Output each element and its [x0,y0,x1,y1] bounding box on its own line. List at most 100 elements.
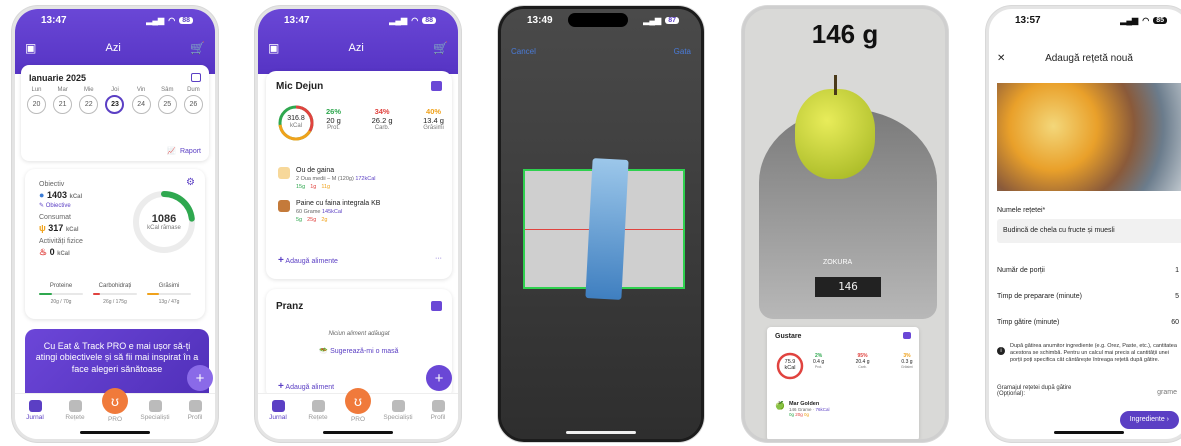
suggest-meal-button[interactable]: 🥗 Sugerează-mi o masă [266,347,452,355]
profile-icon [188,400,202,412]
meal-title: Pranz [276,301,304,312]
food-kcal: 76kCal [815,407,830,412]
status-time: 13:47 [41,14,67,26]
scanned-product [585,158,629,300]
calendar-icon[interactable] [191,73,201,82]
day-24[interactable]: Vin 24 [131,87,151,114]
food-name: Ou de gaina [296,167,335,174]
phone-meals: 13:47 ▂▄▆ ◠ 88 ▣ Azi 🛒 Mic Dejun 316.8 kCa… [255,6,461,442]
wifi-icon: ◠ [411,15,419,25]
tab-profile[interactable]: Profil [421,400,455,421]
battery-icon: 88 [179,16,193,24]
calendar-card: Ianuarie 2025 Lun 20 Mar 21 Mie 22 Joi 23 Vin 24 S… [21,65,209,161]
day-name: Sâm [161,87,174,93]
tab-journal[interactable]: Jurnal [261,400,295,421]
recipe-field[interactable]: Număr de porții 1 [997,257,1179,283]
day-21[interactable]: Mar 21 [53,87,73,114]
ingredients-button[interactable]: Ingrediente › [1119,411,1179,429]
battery-icon: 87 [665,16,679,24]
day-20[interactable]: Lun 20 [27,87,46,114]
macro-protein: 26% 20 g Prot. [326,107,342,131]
home-indicator [566,431,636,434]
tab-specialists[interactable]: Specialiști [138,400,172,421]
day-26[interactable]: Dum 26 [183,87,203,114]
signal-icon: ▂▄▆ [146,15,165,25]
field-value[interactable]: 60 [1171,319,1179,326]
add-fab[interactable]: + [187,365,213,391]
meal-card-breakfast: Mic Dejun 316.8 kCal 26% 20 g Prot. 34% 26.2… [266,71,452,279]
chart-icon: 📈 [167,148,176,155]
day-number: 21 [53,95,73,114]
food-protein: 15g [296,184,306,190]
more-icon[interactable]: ··· [435,255,442,266]
tab-recipes[interactable]: Rețete [58,400,92,421]
camera-icon[interactable] [903,332,911,339]
recipe-name-input[interactable]: Budincă de chela cu fructe și muesli [997,219,1181,243]
goal-link[interactable]: ✎ Obiective [39,202,83,209]
tab-specialists[interactable]: Specialiști [381,400,415,421]
goal-value: 1403 [46,190,67,200]
status-time: 13:49 [527,14,553,26]
day-name: Mie [83,87,94,93]
report-link[interactable]: 📈 Raport [167,147,201,156]
recipe-field[interactable]: Timp gătire (minute) 60 [997,309,1179,335]
fire-icon: ♨ [39,247,48,257]
add-food-button[interactable]: + Adaugă aliment [278,381,334,392]
add-fab[interactable]: + [426,365,452,391]
field-label: Timp gătire (minute) [997,318,1060,326]
tab-profile[interactable]: Profil [178,400,212,421]
cart-icon[interactable]: 🛒 [433,41,448,55]
macro-value: 26g / 175g [103,299,127,305]
day-25[interactable]: Sâm 25 [157,87,177,114]
sidebar-icon[interactable]: ▣ [268,41,279,55]
goal-label: Obiectiv [39,181,65,188]
camera-icon[interactable] [431,301,442,311]
food-qty: 60 Grame [296,209,321,215]
activity-value: 0 [49,247,55,257]
day-name: Lun [31,87,42,93]
page-title: Azi [348,42,364,54]
done-button[interactable]: Gata [674,47,691,56]
cancel-button[interactable]: Cancel [511,47,536,56]
tab-journal[interactable]: Jurnal [18,400,52,421]
camera-icon[interactable] [431,81,442,91]
home-indicator [80,431,150,434]
tab-pro[interactable]: ʊ PRO [341,388,375,423]
cart-icon[interactable]: 🛒 [190,41,205,55]
settings-icon[interactable]: ⚙ [186,177,195,188]
meal-title: Mic Dejun [276,81,324,92]
food-item[interactable]: Ou de gaina 2 Oua medii – M (120g) 172kCa… [278,167,442,190]
day-23[interactable]: Joi 23 [105,87,125,114]
sidebar-icon[interactable]: ▣ [25,41,36,55]
macro-summary: 2% 0.4 g Prot. 95% 20.4 g Carb. 3% 0.3 g Grăsimi [813,353,913,369]
tab-pro[interactable]: ʊ PRO [98,388,132,423]
wifi-icon: ◠ [168,15,176,25]
recipes-icon [68,400,82,412]
pro-icon: ʊ [345,388,371,414]
field-value[interactable]: 1 [1175,267,1179,274]
phone-journal: 13:47 ▂▄▆ ◠ 88 ▣ Azi 🛒 Ianuarie 2025 Lun 20… [12,6,218,442]
food-qty: 2 Oua medii – M (120g) [296,176,354,182]
macro-bar [147,293,191,295]
recipe-photo[interactable] [997,83,1181,191]
field-label: Număr de porții [997,266,1045,274]
cooked-weight-input[interactable]: grame [1157,389,1177,396]
food-fat: 2g [321,217,328,223]
status-bar: 13:57 ▂▄▆ ◠ 85 [989,9,1181,31]
day-22[interactable]: Mie 22 [79,87,99,114]
goal-unit: kCal [69,194,83,200]
add-food-button[interactable]: + Adaugă alimente [278,255,338,266]
phone-barcode-scanner: 13:49 ▂▄▆ 87 Cancel Gata [498,6,704,442]
recipe-field[interactable]: Timp de preparare (minute) 5 [997,283,1179,309]
macro-name: Grăsimi [158,283,180,289]
day-name: Vin [136,87,146,93]
macro-summary: 26% 20 g Prot. 34% 26.2 g Carb. 40% 13.4 g Grăsi… [326,107,444,132]
food-item[interactable]: Paine cu faina integrala KB 60 Grame 145k… [278,200,442,223]
food-item[interactable]: 🍏 Mar Golden 146 Grame · 76kCal 0g 20g 0… [775,401,913,417]
fork-icon: ψ [39,223,46,233]
consumed-label: Consumat [39,214,71,221]
day-name: Joi [111,87,119,93]
bread-icon [278,200,290,212]
field-value[interactable]: 5 [1175,293,1179,300]
tab-recipes[interactable]: Rețete [301,400,335,421]
